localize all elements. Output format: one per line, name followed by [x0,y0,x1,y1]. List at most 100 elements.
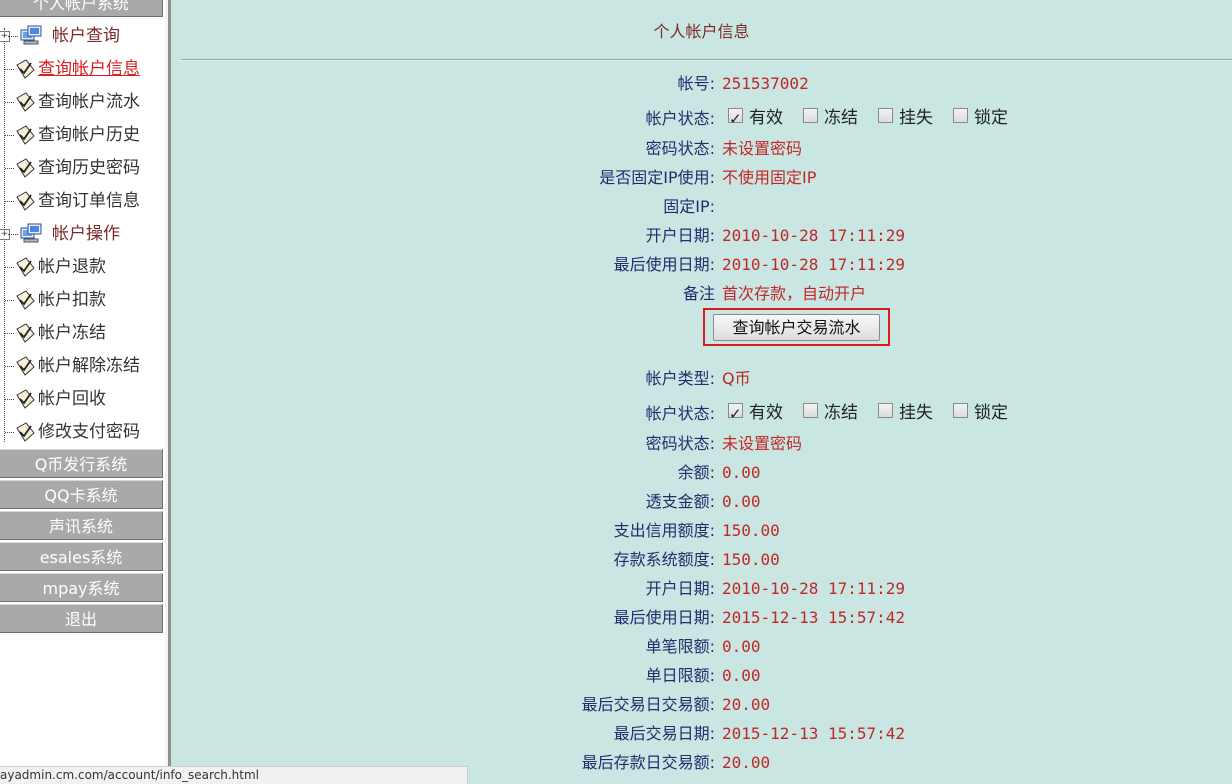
checkbox-icon[interactable] [878,402,893,418]
checkbox-icon[interactable] [803,402,818,418]
main-panel: 个人帐户信息 帐号: 251537002 帐户状态: 有效冻结挂失锁定 密码状态… [171,0,1232,783]
system-personal-account[interactable]: 个人帐户系统 [0,0,163,17]
system-esales[interactable]: esales系统 [0,542,163,571]
tree-item-query-account-flow[interactable]: 查询帐户流水 [0,87,165,117]
tree-branch [8,234,18,235]
field-fixed-ip-use: 是否固定IP使用: 不使用固定IP [171,163,1232,192]
field-single-limit: 单笔限额: 0.00 [171,632,1232,661]
field-label: 固定IP: [663,197,715,216]
tree-folder-account-operation[interactable]: + 帐户操作 [0,219,165,249]
field-label: 最后使用日期: [613,608,715,627]
checkbox-locked[interactable]: 锁定 [953,104,1008,133]
field-value: 0.00 [722,492,761,511]
tree-item-account-freeze[interactable]: 帐户冻结 [0,318,165,348]
field-label: 帐号: [677,74,715,93]
tree-branch [5,267,14,268]
field-value: 20.00 [722,753,771,772]
checkbox-locked[interactable]: 锁定 [953,399,1008,428]
field-password-status-2: 密码状态: 未设置密码 [171,429,1232,458]
checkbox-frozen[interactable]: 冻结 [803,399,858,428]
computer-folder-icon [20,223,42,243]
field-label: 帐户类型: [645,369,715,388]
field-value: 0.00 [722,637,761,656]
tree-branch [5,69,14,70]
tree-branch [5,432,14,433]
highlight-box: 查询帐户交易流水 [703,308,890,346]
sidebar: 个人帐户系统 + 帐户查询 查询帐户信息 查询帐户流水 查询帐户历史 查询历史密… [0,0,165,783]
field-account-status: 帐户状态: 有效 冻结 挂失 锁定 [171,104,1232,134]
field-value: 2010-10-28 17:11:29 [722,226,906,245]
checkbox-valid[interactable]: 有效 [728,399,783,429]
tree-item-query-account-info[interactable]: 查询帐户信息 [0,54,165,84]
field-value: 0.00 [722,463,761,482]
checkbox-valid[interactable]: 有效 [728,104,783,134]
checkbox-checked-icon[interactable] [728,105,743,134]
tree-item-change-pay-password[interactable]: 修改支付密码 [0,417,165,447]
tree-item-label: 帐户解除冻结 [38,356,140,376]
system-mpay[interactable]: mpay系统 [0,573,163,602]
tree-item-account-refund[interactable]: 帐户退款 [0,252,165,282]
field-label: 最后存款日交易额: [581,753,715,772]
system-voice[interactable]: 声讯系统 [0,511,163,540]
browser-status-bar: ayadmin.cm.com/account/info_search.html [0,766,468,784]
logout-button[interactable]: 退出 [0,604,163,633]
field-last-use-date-2: 最后使用日期: 2015-12-13 15:57:42 [171,603,1232,632]
checkbox-lost[interactable]: 挂失 [878,104,933,133]
tree-folder-label: 帐户查询 [52,26,120,46]
field-label: 存款系统额度: [613,550,715,569]
field-value: 2010-10-28 17:11:29 [722,255,906,274]
checkbox-frozen[interactable]: 冻结 [803,104,858,133]
field-last-use-date: 最后使用日期: 2010-10-28 17:11:29 [171,250,1232,279]
field-value: 首次存款，自动开户 [722,284,867,303]
tree-folder-account-query[interactable]: + 帐户查询 [0,21,165,51]
field-last-trade-amount: 最后交易日交易额: 20.00 [171,690,1232,719]
document-check-icon [16,191,35,211]
system-qq-card[interactable]: QQ卡系统 [0,480,163,509]
tree-branch [8,36,18,37]
checkbox-checked-icon[interactable] [728,400,743,429]
tree-item-label: 帐户回收 [38,389,106,409]
field-balance: 余额: 0.00 [171,458,1232,487]
tree-item-label: 帐户冻结 [38,323,106,343]
tree-branch [5,102,14,103]
field-label: 最后交易日期: [613,724,715,743]
tree-item-label: 修改支付密码 [38,422,140,442]
field-credit-limit: 支出信用额度: 150.00 [171,516,1232,545]
query-transaction-flow-button[interactable]: 查询帐户交易流水 [713,314,880,341]
field-value: 未设置密码 [722,139,803,158]
checkbox-lost[interactable]: 挂失 [878,399,933,428]
document-check-icon [16,389,35,409]
checkbox-icon[interactable] [878,107,893,123]
status-checkbox-group: 有效 冻结 挂失 锁定 [728,104,1028,134]
field-password-status: 密码状态: 未设置密码 [171,134,1232,163]
tree-item-label: 帐户退款 [38,257,106,277]
tree-item-account-deduct[interactable]: 帐户扣款 [0,285,165,315]
document-check-icon [16,323,35,343]
field-label: 最后使用日期: [613,255,715,274]
tree-item-query-account-history[interactable]: 查询帐户历史 [0,120,165,150]
tree-branch [5,135,14,136]
checkbox-label: 挂失 [899,108,933,128]
tree-item-query-order-info[interactable]: 查询订单信息 [0,186,165,216]
field-label: 帐户状态: [645,109,715,128]
tree-item-query-history-password[interactable]: 查询历史密码 [0,153,165,183]
checkbox-icon[interactable] [803,107,818,123]
document-check-icon [16,158,35,178]
field-daily-limit: 单日限额: 0.00 [171,661,1232,690]
field-account-number: 帐号: 251537002 [171,69,1232,98]
field-value: Q币 [722,369,751,388]
tree-item-account-recover[interactable]: 帐户回收 [0,384,165,414]
field-value: 2015-12-13 15:57:42 [722,608,906,627]
tree-item-account-unfreeze[interactable]: 帐户解除冻结 [0,351,165,381]
field-open-date-2: 开户日期: 2010-10-28 17:11:29 [171,574,1232,603]
system-qcoin-issue[interactable]: Q币发行系统 [0,449,163,478]
field-overdraft: 透支金额: 0.00 [171,487,1232,516]
field-value: 未设置密码 [722,434,803,453]
field-value: 2015-12-13 15:57:42 [722,724,906,743]
tree-folder-label: 帐户操作 [52,224,120,244]
tree-item-label: 查询帐户历史 [38,125,140,145]
document-check-icon [16,257,35,277]
checkbox-icon[interactable] [953,107,968,123]
field-label: 密码状态: [645,139,715,158]
checkbox-icon[interactable] [953,402,968,418]
